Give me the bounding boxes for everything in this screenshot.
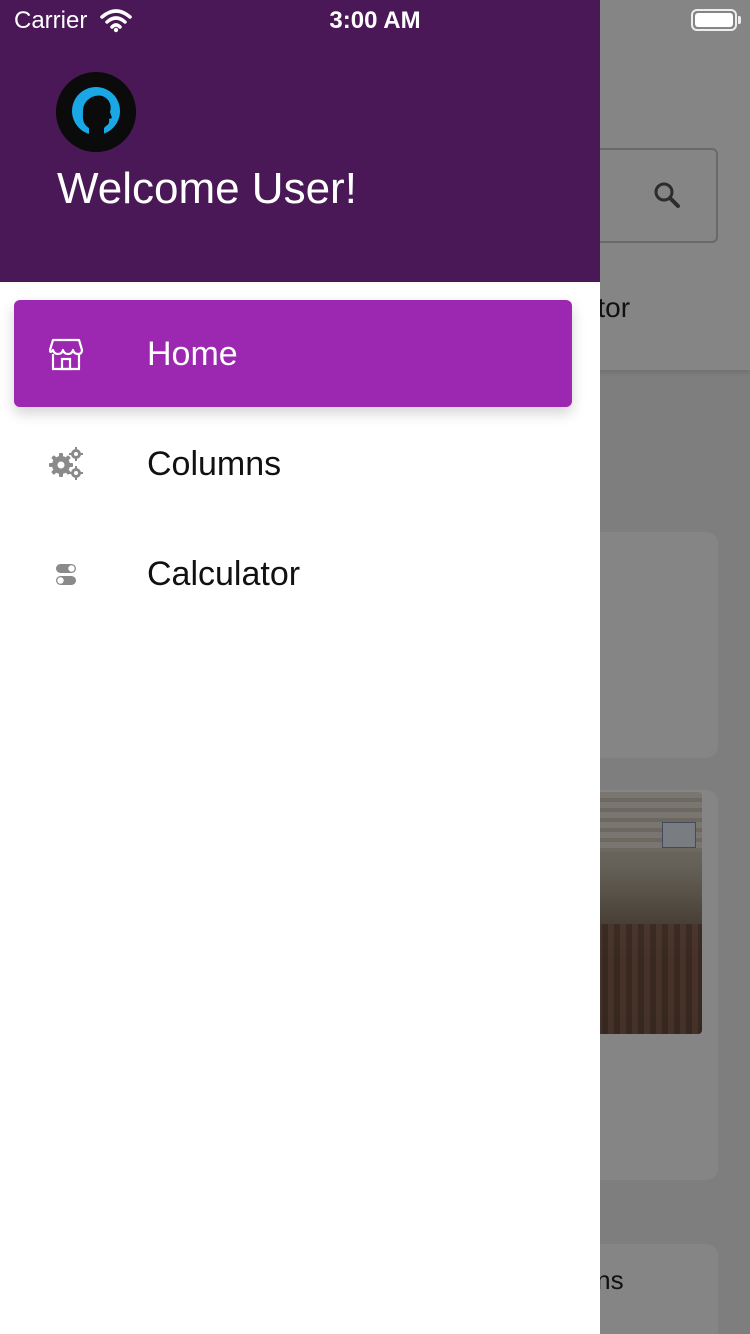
drawer-item-calculator[interactable]: Calculator <box>14 520 572 627</box>
drawer-item-label: Calculator <box>147 555 301 593</box>
user-silhouette-icon <box>56 72 136 152</box>
navigation-drawer: Welcome User! Home Columns Calculator <box>0 0 600 1334</box>
drawer-item-label: Columns <box>147 445 282 483</box>
store-icon <box>48 338 84 371</box>
gears-icon <box>49 447 83 480</box>
battery-tip <box>738 16 741 24</box>
drawer-item-label: Home <box>147 335 238 373</box>
drawer-item-columns[interactable]: Columns <box>14 410 572 517</box>
toggles-icon <box>56 564 76 585</box>
battery-icon <box>691 9 737 31</box>
drawer-header: Welcome User! <box>0 0 600 282</box>
status-bar: Carrier 3:00 AM <box>0 0 750 40</box>
drawer-item-home[interactable]: Home <box>14 300 572 407</box>
welcome-text: Welcome User! <box>57 164 357 213</box>
clock: 3:00 AM <box>329 7 421 34</box>
avatar[interactable] <box>56 72 136 152</box>
